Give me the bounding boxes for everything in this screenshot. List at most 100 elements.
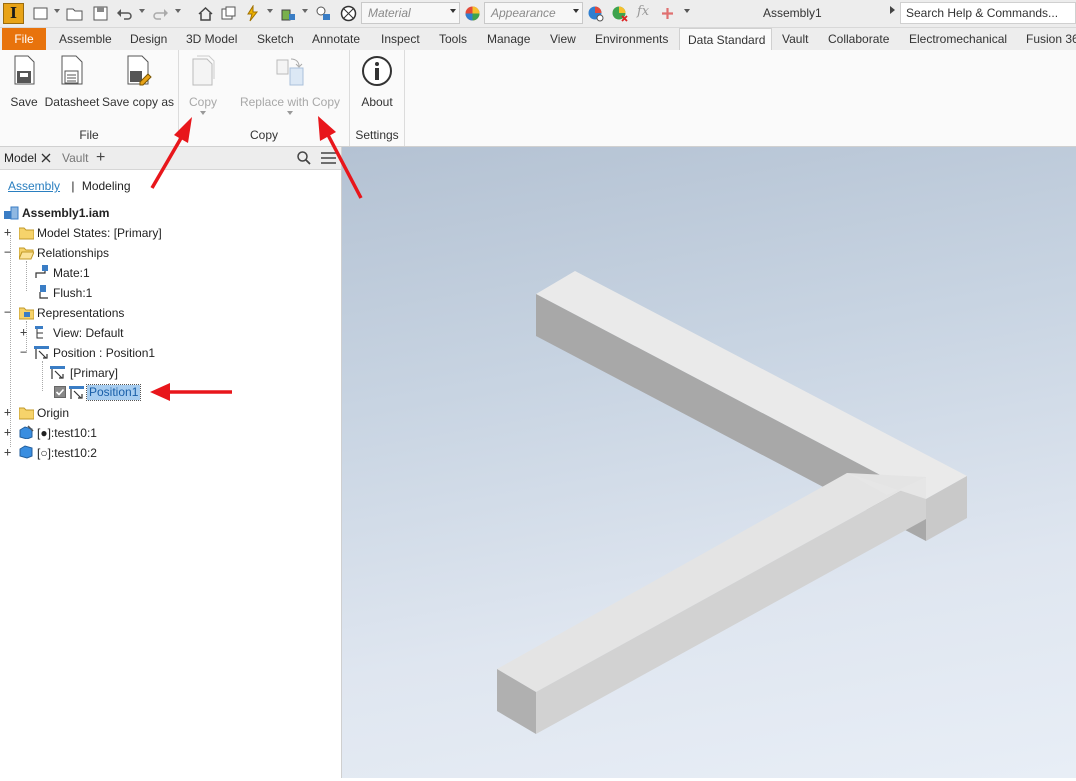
- part-grounded-icon: [19, 425, 34, 439]
- open-folder-icon: [19, 247, 34, 260]
- local-update-icon[interactable]: [220, 5, 237, 22]
- add-browser-tab-icon[interactable]: +: [96, 149, 105, 167]
- title-arrow-icon: [890, 6, 895, 14]
- copy-icon: [192, 55, 215, 86]
- material-dropdown[interactable]: Material: [361, 2, 460, 24]
- expand-plus-icon[interactable]: +: [4, 446, 13, 458]
- tab-annotate[interactable]: Annotate: [312, 28, 360, 50]
- save-copy-icon: [127, 55, 152, 86]
- mate-constraint-icon: [35, 265, 48, 278]
- tab-environments[interactable]: Environments: [595, 28, 668, 50]
- tab-model[interactable]: Model: [4, 151, 37, 165]
- assembly-view-link[interactable]: Assembly: [8, 179, 60, 193]
- tab-view[interactable]: View: [550, 28, 576, 50]
- redo-dropdown-icon[interactable]: [175, 9, 181, 13]
- tab-tools[interactable]: Tools: [439, 28, 467, 50]
- collapse-minus-icon[interactable]: −: [4, 246, 13, 258]
- collapse-minus-icon[interactable]: −: [20, 346, 29, 358]
- collapse-minus-icon[interactable]: −: [4, 306, 13, 318]
- save-icon[interactable]: [92, 5, 109, 22]
- assembly-file-icon: [4, 206, 19, 220]
- expand-plus-icon[interactable]: +: [20, 326, 29, 338]
- color-override-icon[interactable]: [340, 5, 357, 22]
- ribbon-tab-bar: File Assemble Design 3D Model Sketch Ann…: [0, 28, 1076, 50]
- modeling-view-link[interactable]: Modeling: [82, 179, 131, 193]
- appearance-dropdown-icon[interactable]: [573, 9, 579, 13]
- tab-vault-browser[interactable]: Vault: [62, 151, 88, 165]
- fx-parameters-icon[interactable]: fx: [637, 4, 649, 19]
- inventor-logo[interactable]: I: [3, 3, 24, 24]
- representations-folder-icon: [19, 307, 34, 320]
- undo-icon[interactable]: [116, 5, 133, 22]
- tab-fusion-360[interactable]: Fusion 36: [1026, 28, 1076, 50]
- update-lightning-icon[interactable]: [244, 5, 261, 22]
- assembly-3d-model[interactable]: [342, 147, 1076, 778]
- appearance-dropdown[interactable]: Appearance: [484, 2, 583, 24]
- tab-assemble[interactable]: Assemble: [59, 28, 112, 50]
- tab-electromechanical[interactable]: Electromechanical: [909, 28, 1007, 50]
- checkbox-checked-icon[interactable]: [54, 386, 66, 398]
- tab-collaborate[interactable]: Collaborate: [828, 28, 889, 50]
- tab-inspect[interactable]: Inspect: [381, 28, 420, 50]
- save-copy-as-button[interactable]: Save copy as: [102, 54, 174, 109]
- tab-file[interactable]: File: [2, 28, 46, 50]
- copy-dropdown-icon[interactable]: [200, 111, 206, 115]
- position-rep-icon: [50, 366, 65, 379]
- part-test10-2-geometry[interactable]: [497, 473, 926, 734]
- appearance-wheel-icon: [465, 6, 480, 21]
- tab-data-standard[interactable]: Data Standard: [679, 28, 772, 50]
- tree-guide: [26, 261, 27, 291]
- position1-selected-label: Position1: [85, 384, 142, 401]
- select-dropdown-icon[interactable]: [302, 9, 308, 13]
- redo-icon[interactable]: [152, 5, 169, 22]
- open-folder-icon[interactable]: [66, 5, 83, 22]
- hamburger-menu-icon[interactable]: [321, 152, 336, 164]
- material-dropdown-icon[interactable]: [450, 9, 456, 13]
- settings-panel: About Settings: [350, 50, 405, 146]
- update-dropdown-icon[interactable]: [267, 9, 273, 13]
- browser-view-switch: Assembly | Modeling: [8, 179, 131, 193]
- customize-qat-icon[interactable]: [684, 9, 690, 13]
- graphics-viewport[interactable]: [342, 147, 1076, 778]
- home-icon[interactable]: [197, 5, 214, 22]
- expand-plus-icon[interactable]: +: [4, 426, 13, 438]
- tab-vault[interactable]: Vault: [782, 28, 808, 50]
- about-button[interactable]: About: [356, 54, 398, 109]
- adjust-appearance-icon[interactable]: [587, 5, 604, 22]
- save-button[interactable]: Save: [6, 54, 42, 109]
- tab-manage[interactable]: Manage: [487, 28, 530, 50]
- new-file-icon[interactable]: [32, 5, 49, 22]
- file-panel: Save Datasheet Save copy as File: [0, 50, 179, 146]
- model-browser: Model Vault + Assembly | Modeling Assemb…: [0, 147, 342, 778]
- replace-with-copy-icon: [276, 58, 304, 86]
- part-icon: [19, 445, 33, 459]
- help-search-input[interactable]: Search Help & Commands...: [900, 2, 1076, 24]
- position-rep-icon: [69, 386, 84, 399]
- undo-dropdown-icon[interactable]: [139, 9, 145, 13]
- appearance-placeholder: Appearance: [491, 6, 556, 20]
- view-separator: |: [71, 179, 75, 193]
- browser-tab-bar: Model Vault +: [0, 147, 341, 170]
- clear-appearance-icon[interactable]: [611, 5, 628, 22]
- view-rep-icon: [35, 326, 43, 339]
- copy-button[interactable]: Copy: [185, 54, 221, 115]
- folder-icon: [19, 407, 34, 420]
- document-title: Assembly1: [763, 6, 822, 20]
- tab-sketch[interactable]: Sketch: [257, 28, 294, 50]
- save-doc-icon: [14, 55, 35, 85]
- select-filter-icon[interactable]: [280, 5, 297, 22]
- expand-plus-icon[interactable]: +: [4, 226, 13, 238]
- new-dropdown-icon[interactable]: [54, 9, 60, 13]
- search-icon[interactable]: [297, 151, 311, 165]
- close-model-tab-icon[interactable]: [41, 153, 51, 163]
- quick-access-toolbar: I Material Appearance fx Assembly1 Searc…: [0, 0, 1076, 28]
- expand-plus-icon[interactable]: +: [4, 406, 13, 418]
- replace-dropdown-icon[interactable]: [287, 111, 293, 115]
- tab-3d-model[interactable]: 3D Model: [186, 28, 237, 50]
- ilogic-icon[interactable]: [315, 5, 332, 22]
- folder-icon: [19, 227, 34, 240]
- datasheet-button[interactable]: Datasheet: [44, 54, 100, 109]
- add-custom-icon[interactable]: [659, 5, 676, 22]
- replace-with-copy-button[interactable]: Replace with Copy: [238, 54, 342, 115]
- tab-design[interactable]: Design: [130, 28, 167, 50]
